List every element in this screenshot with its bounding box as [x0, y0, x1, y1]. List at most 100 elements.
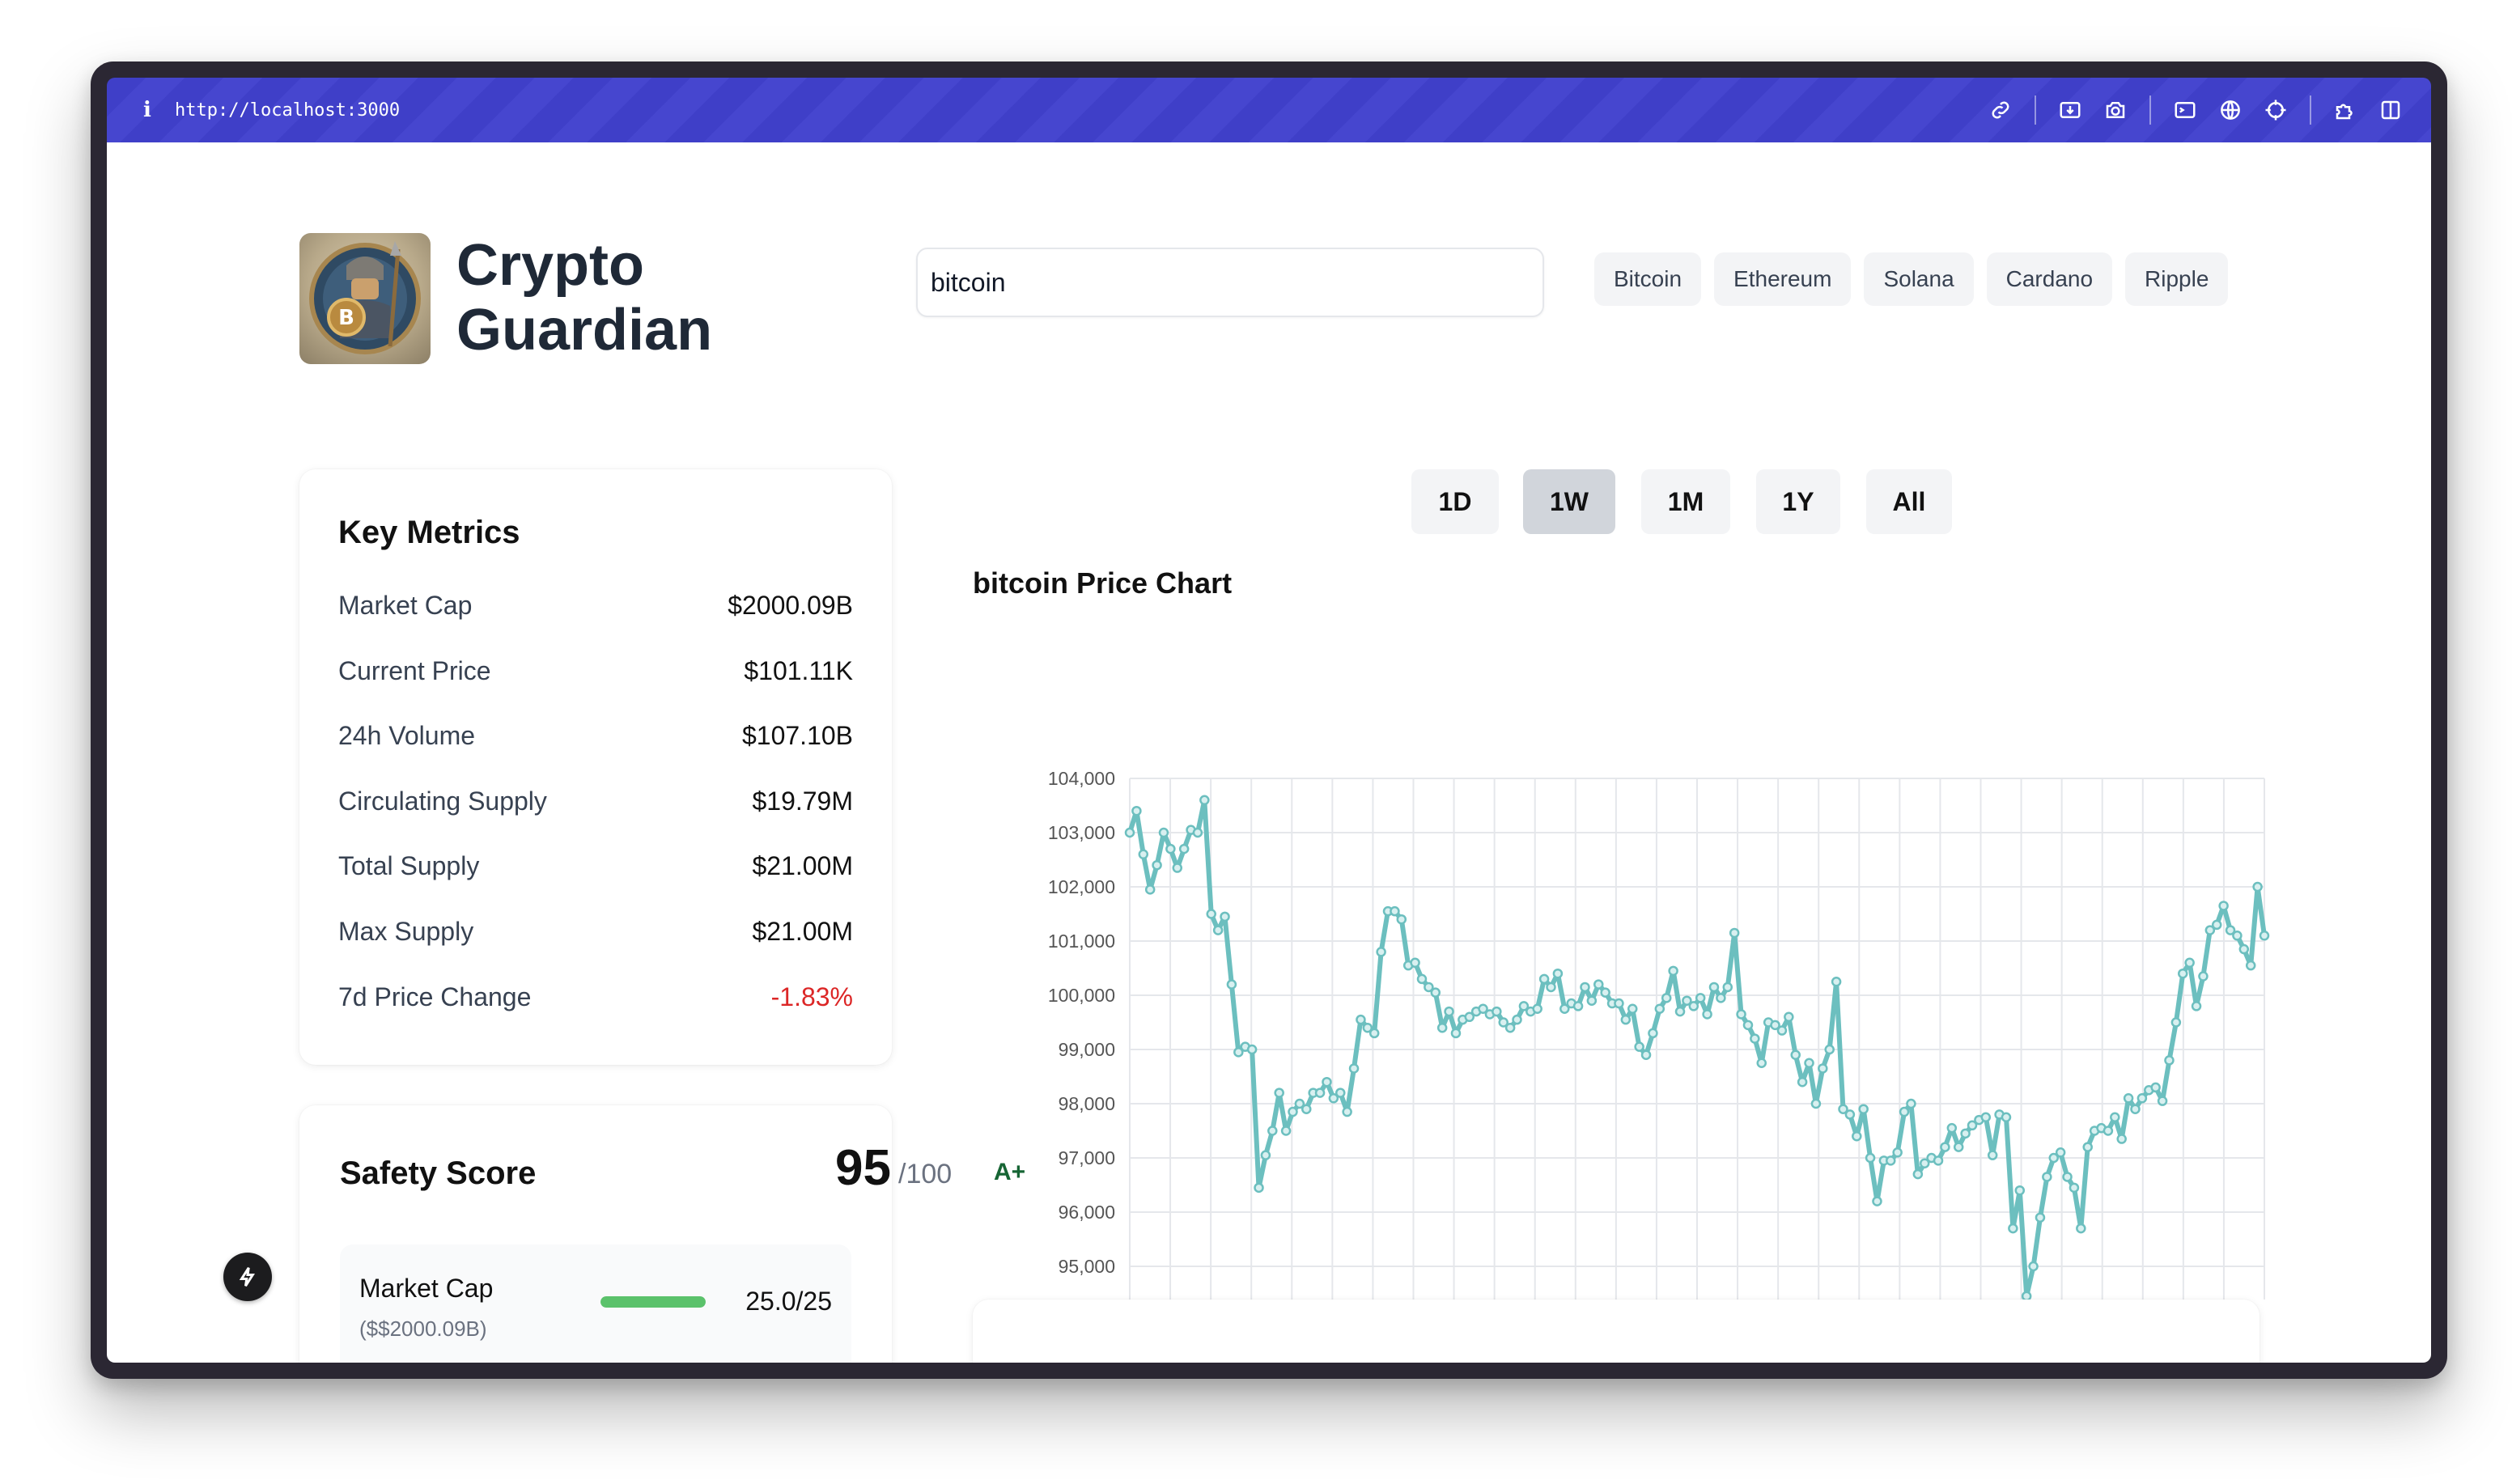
price-point[interactable] — [1288, 1106, 1298, 1117]
price-point[interactable] — [1356, 1014, 1366, 1025]
price-point[interactable] — [2014, 1185, 2026, 1196]
price-point[interactable] — [1586, 995, 1598, 1006]
price-point[interactable] — [1661, 993, 1672, 1003]
price-point[interactable] — [1946, 1122, 1958, 1134]
price-point[interactable] — [1906, 1098, 1916, 1109]
dev-tools-button[interactable] — [223, 1253, 272, 1301]
price-point[interactable] — [1322, 1076, 1332, 1088]
price-point[interactable] — [1750, 1033, 1760, 1044]
price-point[interactable] — [1640, 1049, 1652, 1060]
price-point[interactable] — [1396, 914, 1407, 925]
price-point[interactable] — [1220, 911, 1230, 922]
price-point[interactable] — [1124, 827, 1135, 838]
price-point[interactable] — [1430, 987, 1441, 998]
price-point[interactable] — [1824, 1044, 1835, 1055]
price-point[interactable] — [2150, 1082, 2161, 1093]
price-point[interactable] — [2245, 960, 2256, 971]
timeframe-1d-button[interactable]: 1D — [1411, 469, 1499, 534]
price-point[interactable] — [1546, 982, 1556, 993]
price-point[interactable] — [1674, 1006, 1686, 1017]
price-point[interactable] — [1797, 1076, 1808, 1088]
price-point[interactable] — [1634, 1041, 1644, 1052]
price-point[interactable] — [1131, 805, 1142, 816]
price-point[interactable] — [1987, 1150, 1998, 1160]
price-point[interactable] — [1912, 1168, 1924, 1180]
price-point[interactable] — [1600, 987, 1610, 998]
price-point[interactable] — [2116, 1134, 2127, 1144]
price-point[interactable] — [1206, 909, 1216, 919]
price-point[interactable] — [1580, 982, 1590, 993]
price-point[interactable] — [2211, 919, 2222, 931]
price-point[interactable] — [1899, 1106, 1910, 1117]
price-point[interactable] — [2252, 881, 2263, 893]
price-point[interactable] — [1784, 1011, 1794, 1023]
price-point[interactable] — [1872, 1196, 1882, 1206]
price-point[interactable] — [1267, 1126, 1278, 1136]
price-point[interactable] — [1572, 1001, 1584, 1011]
price-point[interactable] — [1246, 1044, 1258, 1055]
price-point[interactable] — [1178, 843, 1190, 854]
timeframe-1m-button[interactable]: 1M — [1641, 469, 1730, 534]
price-point[interactable] — [1980, 1112, 1992, 1122]
price-point[interactable] — [1933, 1155, 1944, 1166]
price-point[interactable] — [2184, 957, 2195, 969]
price-point[interactable] — [2069, 1182, 2080, 1194]
quick-pick-bitcoin[interactable]: Bitcoin — [1594, 252, 1702, 306]
price-point[interactable] — [1138, 849, 1149, 860]
price-point[interactable] — [2103, 1126, 2114, 1136]
price-point[interactable] — [2178, 968, 2188, 979]
price-point[interactable] — [2021, 1291, 2032, 1300]
price-point[interactable] — [1158, 827, 1169, 838]
price-point[interactable] — [1280, 1126, 1292, 1136]
price-point[interactable] — [1892, 1147, 1903, 1158]
price-point[interactable] — [1254, 1182, 1264, 1194]
price-point[interactable] — [1260, 1150, 1271, 1160]
price-point[interactable] — [1716, 993, 1726, 1003]
terminal-icon[interactable] — [2162, 78, 2208, 142]
price-point[interactable] — [1790, 1049, 1801, 1060]
price-point[interactable] — [1492, 1006, 1502, 1017]
price-point[interactable] — [1152, 859, 1162, 871]
split-view-icon[interactable] — [2368, 78, 2413, 142]
extensions-icon[interactable] — [2323, 78, 2368, 142]
price-point[interactable] — [1532, 1003, 1542, 1014]
quick-pick-solana[interactable]: Solana — [1864, 252, 1974, 306]
price-point[interactable] — [1940, 1142, 1950, 1152]
price-point[interactable] — [1504, 1022, 1516, 1033]
price-point[interactable] — [2008, 1223, 2018, 1234]
price-point[interactable] — [1708, 982, 1720, 993]
price-point[interactable] — [1722, 982, 1733, 993]
crosshair-icon[interactable] — [2253, 78, 2298, 142]
price-point[interactable] — [1226, 979, 1237, 990]
window-capture-icon[interactable] — [2047, 78, 2093, 142]
price-point[interactable] — [2055, 1147, 2066, 1158]
price-point[interactable] — [1729, 927, 1740, 939]
price-point[interactable] — [1538, 973, 1550, 985]
price-point[interactable] — [1165, 843, 1176, 854]
quick-pick-cardano[interactable]: Cardano — [1986, 252, 2113, 306]
price-point[interactable] — [1654, 1003, 1665, 1014]
price-point[interactable] — [1688, 1001, 1699, 1011]
price-point[interactable] — [1274, 1088, 1284, 1098]
price-point[interactable] — [2082, 1142, 2093, 1152]
price-point[interactable] — [1450, 1028, 1462, 1039]
price-point[interactable] — [1886, 1155, 1896, 1166]
price-point[interactable] — [2198, 971, 2209, 982]
price-point[interactable] — [2001, 1112, 2012, 1122]
address-bar[interactable]: http://localhost:3000 — [175, 100, 400, 121]
price-point[interactable] — [1410, 957, 1420, 969]
price-point[interactable] — [1960, 1128, 1971, 1139]
price-point[interactable] — [1810, 1098, 1822, 1109]
price-point[interactable] — [2218, 901, 2229, 911]
quick-pick-ripple[interactable]: Ripple — [2125, 252, 2229, 306]
price-point[interactable] — [1348, 1063, 1360, 1074]
price-point[interactable] — [1212, 925, 1224, 935]
price-point[interactable] — [1199, 795, 1210, 806]
price-point[interactable] — [1552, 968, 1564, 979]
price-point[interactable] — [1172, 863, 1183, 873]
price-point[interactable] — [2170, 1017, 2182, 1028]
price-point[interactable] — [1301, 1104, 1312, 1114]
quick-pick-ethereum[interactable]: Ethereum — [1714, 252, 1852, 306]
price-point[interactable] — [2028, 1261, 2039, 1272]
price-point[interactable] — [1831, 977, 1842, 987]
